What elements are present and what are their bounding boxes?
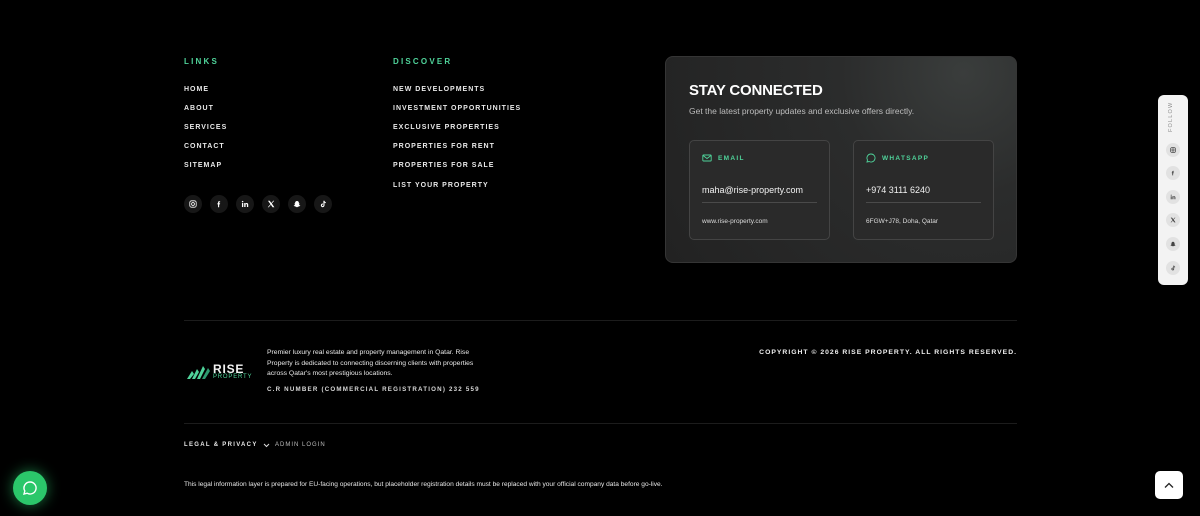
whatsapp-card[interactable]: WHATSAPP +974 3111 6240 6FGW+J78, Doha, … bbox=[853, 140, 994, 240]
legal-privacy-label: LEGAL & PRIVACY bbox=[184, 442, 258, 448]
chevron-up-icon bbox=[1164, 482, 1174, 488]
brand-sub: PROPERTY bbox=[213, 374, 253, 380]
whatsapp-divider bbox=[866, 202, 981, 203]
chevron-down-icon bbox=[263, 443, 269, 447]
follow-sidebar: FOLLOW bbox=[1158, 95, 1188, 285]
email-card[interactable]: EMAIL maha@rise-property.com www.rise-pr… bbox=[689, 140, 830, 240]
linkedin-icon[interactable] bbox=[236, 195, 254, 213]
snapchat-icon[interactable] bbox=[288, 195, 306, 213]
link-new-developments[interactable]: NEW DEVELOPMENTS bbox=[393, 86, 485, 93]
links-title: LINKS bbox=[184, 57, 219, 66]
footer-divider-bottom bbox=[184, 423, 1017, 424]
link-about[interactable]: ABOUT bbox=[184, 105, 214, 112]
whatsapp-chat-button[interactable] bbox=[13, 471, 47, 505]
legal-notice: This legal information layer is prepared… bbox=[184, 481, 663, 488]
chat-bubble-icon bbox=[866, 153, 876, 163]
facebook-icon[interactable] bbox=[1166, 166, 1180, 180]
link-properties-for-sale[interactable]: PROPERTIES FOR SALE bbox=[393, 162, 494, 169]
link-services[interactable]: SERVICES bbox=[184, 124, 227, 131]
linkedin-icon[interactable] bbox=[1166, 190, 1180, 204]
link-properties-for-rent[interactable]: PROPERTIES FOR RENT bbox=[393, 143, 495, 150]
tiktok-icon[interactable] bbox=[314, 195, 332, 213]
link-investment-opportunities[interactable]: INVESTMENT OPPORTUNITIES bbox=[393, 105, 521, 112]
link-list-your-property[interactable]: LIST YOUR PROPERTY bbox=[393, 182, 489, 189]
scroll-to-top-button[interactable] bbox=[1155, 471, 1183, 499]
stay-connected-subtitle: Get the latest property updates and excl… bbox=[689, 106, 915, 116]
brand-description: Premier luxury real estate and property … bbox=[267, 349, 474, 378]
follow-label: FOLLOW bbox=[1168, 101, 1174, 132]
footer-divider-top bbox=[184, 320, 1017, 321]
discover-title: DISCOVER bbox=[393, 57, 453, 66]
instagram-icon[interactable] bbox=[184, 195, 202, 213]
facebook-icon[interactable] bbox=[210, 195, 228, 213]
mail-icon bbox=[702, 154, 712, 162]
legal-privacy-toggle[interactable]: LEGAL & PRIVACY bbox=[184, 442, 270, 448]
whatsapp-value[interactable]: +974 3111 6240 bbox=[866, 185, 930, 195]
email-value[interactable]: maha@rise-property.com bbox=[702, 185, 803, 195]
social-links bbox=[184, 195, 332, 213]
whatsapp-label: WHATSAPP bbox=[882, 155, 930, 162]
stay-connected-title: STAY CONNECTED bbox=[689, 82, 823, 99]
link-home[interactable]: HOME bbox=[184, 86, 209, 93]
stay-connected-card: STAY CONNECTED Get the latest property u… bbox=[665, 56, 1017, 263]
whatsapp-icon bbox=[23, 481, 37, 495]
email-divider bbox=[702, 202, 817, 203]
email-label: EMAIL bbox=[718, 155, 745, 162]
link-exclusive-properties[interactable]: EXCLUSIVE PROPERTIES bbox=[393, 124, 500, 131]
x-icon[interactable] bbox=[262, 195, 280, 213]
copyright-text: COPYRIGHT © 2026 RISE PROPERTY. ALL RIGH… bbox=[759, 349, 1017, 356]
website-link[interactable]: www.rise-property.com bbox=[702, 218, 768, 225]
tiktok-icon[interactable] bbox=[1166, 261, 1180, 275]
link-sitemap[interactable]: SITEMAP bbox=[184, 162, 222, 169]
address-text: 6FGW+J78, Doha, Qatar bbox=[866, 218, 939, 225]
instagram-icon[interactable] bbox=[1166, 143, 1180, 157]
x-icon[interactable] bbox=[1166, 213, 1180, 227]
admin-login-link[interactable]: ADMIN LOGIN bbox=[275, 442, 326, 448]
snapchat-icon[interactable] bbox=[1166, 237, 1180, 251]
link-contact[interactable]: CONTACT bbox=[184, 143, 225, 150]
commercial-registration: C.R NUMBER (COMMERCIAL REGISTRATION) 232… bbox=[267, 386, 480, 393]
